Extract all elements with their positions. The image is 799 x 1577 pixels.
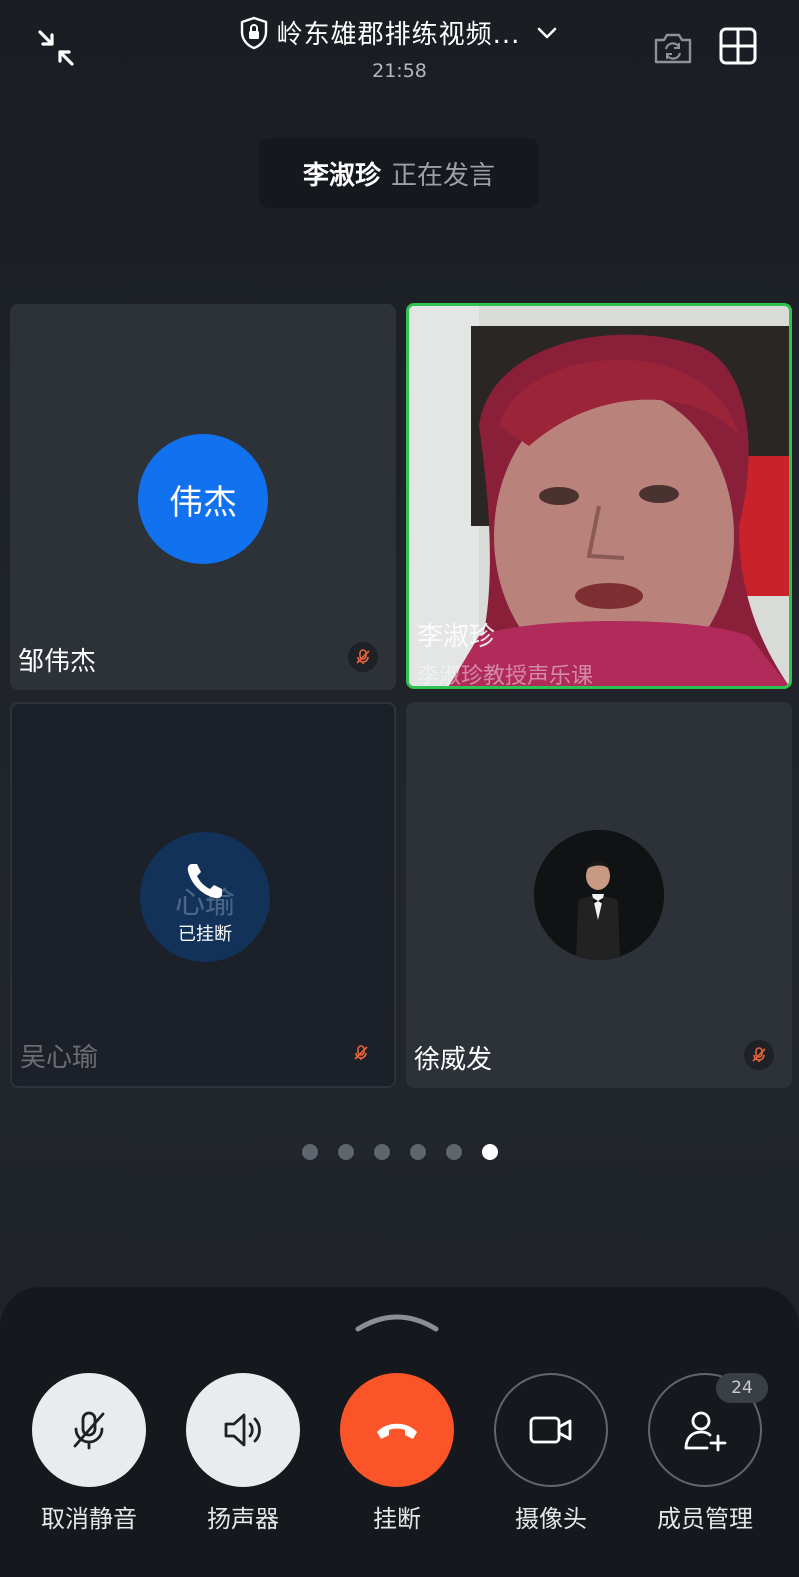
avatar: 伟杰 [138, 434, 268, 564]
hangup-icon [377, 1423, 417, 1439]
shield-lock-icon [240, 16, 267, 49]
member-management-control[interactable]: 24 成员管理 [630, 1373, 780, 1534]
phone-icon [187, 864, 222, 899]
active-speaker-indicator: 李淑珍 正在发言 [259, 138, 539, 208]
switch-camera-icon[interactable] [652, 28, 694, 68]
camera-icon [529, 1416, 572, 1444]
participant-video-tile[interactable]: 李淑珍 李淑珍教授声乐课 [406, 303, 792, 689]
member-count-badge: 24 [716, 1373, 768, 1403]
mic-off-icon [73, 1411, 105, 1450]
unmute-button[interactable] [32, 1373, 146, 1487]
grid-layout-icon[interactable] [718, 26, 758, 66]
unmute-label: 取消静音 [41, 1505, 137, 1533]
mic-muted-badge [346, 1038, 376, 1068]
control-panel: 取消静音 扬声器 挂断 摄像头 24 成员管理 [0, 1287, 799, 1577]
page-dot[interactable] [409, 1144, 426, 1160]
mic-muted-badge [744, 1040, 774, 1070]
unmute-control[interactable]: 取消静音 [14, 1373, 164, 1534]
participant-name: 吴心瑜 [20, 1043, 99, 1073]
hangup-label: 挂断 [373, 1505, 421, 1533]
hangup-control[interactable]: 挂断 [322, 1373, 472, 1534]
avatar: 心瑜 已挂断 [140, 832, 270, 962]
camera-button[interactable] [494, 1373, 608, 1487]
speaking-status: 正在发言 [391, 160, 496, 191]
camera-control[interactable]: 摄像头 [476, 1373, 626, 1534]
participant-tile[interactable]: 心瑜 已挂断 吴心瑜 [10, 702, 396, 1088]
participant-name: 徐威发 [414, 1045, 493, 1075]
page-indicator [0, 1144, 799, 1160]
active-speaker-name: 李淑珍 [302, 160, 381, 191]
page-dot[interactable] [337, 1144, 354, 1160]
meeting-title: 岭东雄郡排练视频... [276, 20, 521, 50]
call-controls: 取消静音 扬声器 挂断 摄像头 24 成员管理 [0, 1373, 799, 1533]
page-dot[interactable] [373, 1144, 390, 1160]
avatar [534, 830, 664, 960]
meeting-screen: 岭东雄郡排练视频... 21:58 李淑珍 正在发言 伟杰 邹伟杰 李淑珍 李淑… [0, 0, 799, 1577]
add-member-icon [684, 1411, 727, 1452]
expand-handle-icon[interactable] [354, 1311, 440, 1333]
page-dot-active[interactable] [481, 1144, 498, 1160]
participant-tile[interactable]: 徐威发 [406, 702, 792, 1088]
hangup-button[interactable] [340, 1373, 454, 1487]
speaker-icon [224, 1413, 261, 1447]
page-dot[interactable] [445, 1144, 462, 1160]
participant-tile[interactable]: 伟杰 邹伟杰 [10, 304, 396, 690]
speaker-label: 扬声器 [207, 1505, 279, 1533]
mic-muted-badge [348, 642, 378, 672]
speaker-button[interactable] [186, 1373, 300, 1487]
member-management-label: 成员管理 [657, 1505, 753, 1533]
mic-muted-icon [356, 649, 370, 664]
participant-name: 邹伟杰 [18, 647, 97, 677]
call-status: 已挂断 [178, 924, 232, 945]
chevron-down-icon[interactable] [534, 20, 560, 46]
mic-muted-icon [752, 1047, 766, 1062]
mic-muted-icon [354, 1045, 368, 1060]
camera-label: 摄像头 [515, 1505, 587, 1533]
participant-subtitle: 李淑珍教授声乐课 [417, 664, 594, 689]
top-bar: 岭东雄郡排练视频... 21:58 [0, 0, 799, 100]
avatar-photo [534, 830, 664, 960]
participant-name: 李淑珍 [417, 622, 496, 652]
page-dot[interactable] [301, 1144, 318, 1160]
speaker-control[interactable]: 扬声器 [168, 1373, 318, 1534]
